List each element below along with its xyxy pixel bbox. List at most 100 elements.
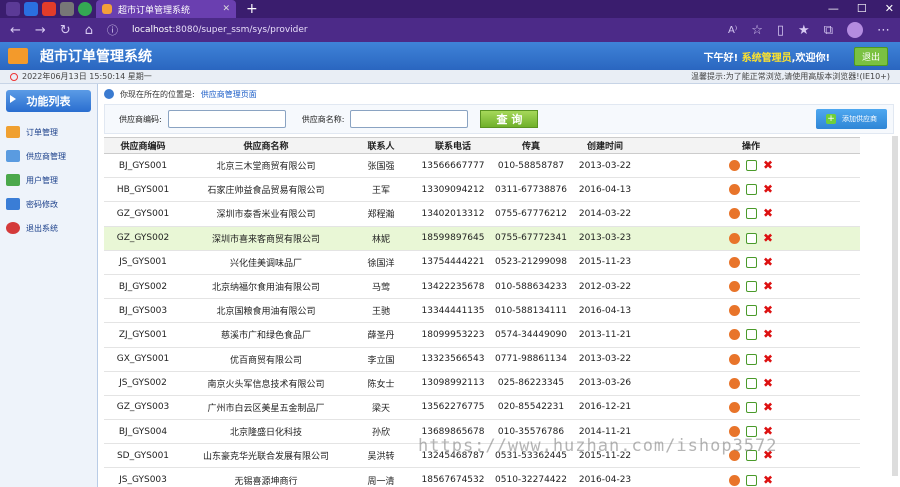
delete-icon[interactable]: ✖ (763, 159, 773, 171)
sidebar-item-logout[interactable]: 退出系统 (6, 216, 91, 240)
sidebar-item-users[interactable]: 用户管理 (6, 168, 91, 192)
view-icon[interactable] (728, 256, 740, 268)
view-icon[interactable] (728, 232, 740, 244)
minimize-icon[interactable]: — (828, 0, 839, 18)
view-icon[interactable] (728, 305, 740, 317)
column-header: 传真 (494, 137, 568, 154)
home-icon[interactable]: ⌂ (85, 23, 93, 38)
row-actions: ✖ (642, 153, 860, 179)
delete-icon[interactable]: ✖ (763, 183, 773, 195)
maximize-icon[interactable]: ☐ (857, 0, 867, 18)
view-icon[interactable] (728, 377, 740, 389)
delete-icon[interactable]: ✖ (763, 401, 773, 413)
table-row[interactable]: JS_GYS002 南京火头军信息技术有限公司 陈女士 13098992113 025-… (104, 371, 860, 396)
exit-button[interactable]: 退出 (853, 46, 888, 66)
add-provider-button[interactable]: + 添加供应商 (816, 109, 887, 129)
edit-icon[interactable] (745, 281, 757, 293)
table-row[interactable]: GX_GYS001 优百商贸有限公司 李立国 13323566543 0771-9886… (104, 347, 860, 372)
delete-icon[interactable]: ✖ (763, 304, 773, 316)
table-row[interactable]: JS_GYS003 无锡喜源坤商行 周一清 18567674532 0510-32274… (104, 467, 860, 487)
view-icon[interactable] (728, 401, 740, 413)
view-icon[interactable] (728, 474, 740, 486)
tab-active[interactable]: 超市订单管理系统 ✕ (96, 0, 236, 18)
table-cell: 郑程瀚 (350, 201, 412, 227)
edit-icon[interactable] (745, 208, 757, 220)
provider-name-input[interactable] (350, 110, 469, 128)
delete-icon[interactable]: ✖ (763, 256, 773, 268)
delete-icon[interactable]: ✖ (763, 353, 773, 365)
delete-icon[interactable]: ✖ (763, 474, 773, 486)
table-cell: 0574-34449090 (494, 322, 568, 348)
provider-table: 供应商编码 供应商名称 联系人 联系电话 传真 创建时间 操作 BJ_GYS001 北京三木堂… (104, 137, 860, 487)
scrollbar[interactable] (892, 136, 898, 476)
table-row[interactable]: ZJ_GYS001 慈溪市广和绿色食品厂 薛圣丹 18099953223 0574-34… (104, 322, 860, 348)
row-actions: ✖ (642, 347, 860, 372)
favorite-icon[interactable]: ☆ (751, 23, 763, 38)
edit-icon[interactable] (745, 232, 757, 244)
query-button[interactable]: 查 询 (480, 110, 539, 128)
pinned-tab-icon[interactable] (42, 2, 56, 16)
new-tab-icon[interactable]: + (246, 1, 258, 17)
forward-icon[interactable]: → (35, 23, 46, 38)
collections-icon[interactable]: ⧉ (824, 23, 833, 38)
view-icon[interactable] (728, 184, 740, 196)
view-icon[interactable] (728, 353, 740, 365)
table-cell: 2016-04-23 (568, 467, 642, 487)
edit-icon[interactable] (745, 329, 757, 341)
view-icon[interactable] (728, 329, 740, 341)
delete-icon[interactable]: ✖ (763, 328, 773, 340)
edit-icon[interactable] (745, 353, 757, 365)
table-row[interactable]: GZ_GYS003 广州市白云区美星五金制品厂 梁天 13562276775 020-8… (104, 395, 860, 421)
table-row[interactable]: BJ_GYS002 北京纳福尔食用油有限公司 马莺 13422235678 010-58… (104, 274, 860, 300)
tab-actions-icon[interactable] (6, 2, 20, 16)
view-icon[interactable] (728, 160, 740, 172)
sidebar-item-providers[interactable]: 供应商管理 (6, 144, 91, 168)
delete-icon[interactable]: ✖ (763, 232, 773, 244)
row-actions: ✖ (642, 226, 860, 251)
back-icon[interactable]: ← (10, 23, 21, 38)
table-cell: 徐国洋 (350, 250, 412, 275)
table-row[interactable]: BJ_GYS003 北京国粮食用油有限公司 王驰 13344441135 010-588… (104, 298, 860, 324)
pinned-tab-icon[interactable] (60, 2, 74, 16)
table-row[interactable]: GZ_GYS001 深圳市泰香米业有限公司 郑程瀚 13402013312 0755-6… (104, 201, 860, 227)
close-tab-icon[interactable]: ✕ (222, 4, 230, 14)
split-screen-icon[interactable]: ▯ (777, 23, 784, 38)
delete-icon[interactable]: ✖ (763, 207, 773, 219)
row-actions: ✖ (642, 274, 860, 300)
more-icon[interactable]: ⋯ (877, 23, 890, 38)
pinned-tab-icon[interactable] (78, 2, 92, 16)
edit-icon[interactable] (745, 474, 757, 486)
view-icon[interactable] (728, 281, 740, 293)
sidebar-item-orders[interactable]: 订单管理 (6, 120, 91, 144)
edit-icon[interactable] (745, 184, 757, 196)
close-window-icon[interactable]: ✕ (885, 0, 894, 18)
orders-icon (6, 126, 20, 138)
delete-icon[interactable]: ✖ (763, 377, 773, 389)
edit-icon[interactable] (745, 401, 757, 413)
table-row[interactable]: BJ_GYS001 北京三木堂商贸有限公司 张国强 13566667777 010-58… (104, 153, 860, 179)
edit-icon[interactable] (745, 305, 757, 317)
table-cell: 13344441135 (412, 298, 494, 324)
url-field[interactable]: localhost:8080/super_ssm/sys/provider (132, 25, 308, 35)
pinned-tab-icon[interactable] (24, 2, 38, 16)
read-aloud-icon[interactable]: A⁾ (728, 25, 737, 36)
info-icon[interactable]: ⓘ (107, 22, 118, 38)
sidebar-heading: 功能列表 (6, 90, 91, 112)
table-row[interactable]: GZ_GYS002 深圳市喜来客商贸有限公司 林妮 18599897645 0755-6… (104, 226, 860, 251)
breadcrumb-current[interactable]: 供应商管理页面 (201, 89, 257, 100)
edit-icon[interactable] (745, 377, 757, 389)
table-cell: 010-588134111 (494, 298, 568, 324)
reload-icon[interactable]: ↻ (60, 23, 71, 38)
edit-icon[interactable] (745, 256, 757, 268)
providers-icon (6, 150, 20, 162)
sidebar-item-password[interactable]: 密码修改 (6, 192, 91, 216)
view-icon[interactable] (728, 208, 740, 220)
table-row[interactable]: JS_GYS001 兴化佳美调味品厂 徐国洋 13754444221 0523-2129… (104, 250, 860, 275)
edit-icon[interactable] (745, 160, 757, 172)
delete-icon[interactable]: ✖ (763, 280, 773, 292)
profile-avatar[interactable] (847, 22, 863, 38)
table-cell: 王军 (350, 177, 412, 203)
table-row[interactable]: HB_GYS001 石家庄帅益食品贸易有限公司 王军 13309094212 0311-… (104, 177, 860, 203)
favorites-icon[interactable]: ★ (798, 23, 810, 38)
provider-code-input[interactable] (167, 110, 286, 128)
